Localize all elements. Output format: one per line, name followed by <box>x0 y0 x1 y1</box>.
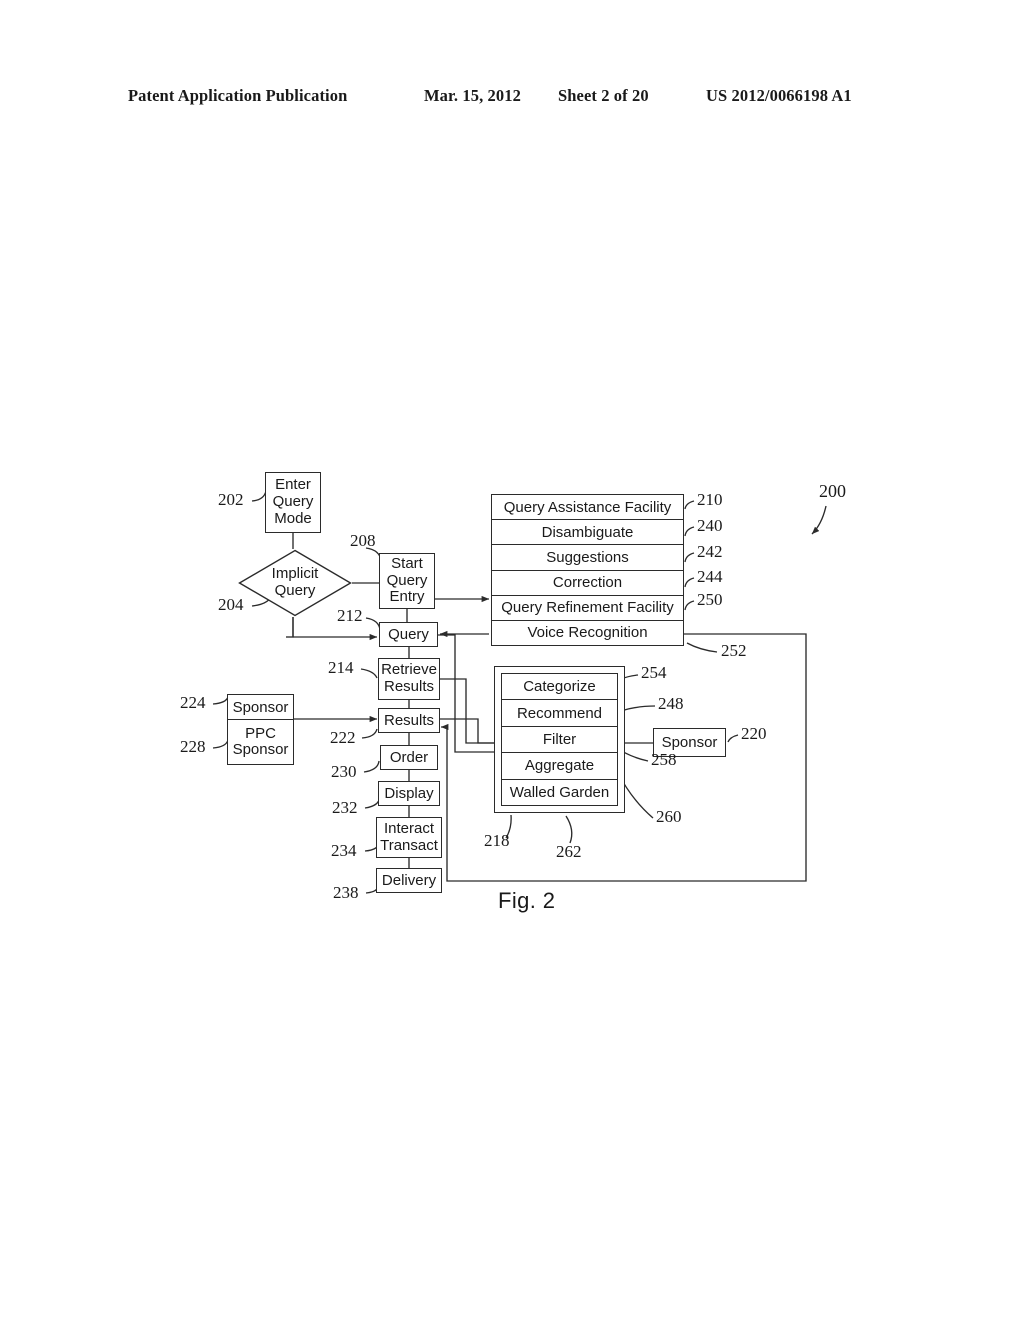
stack-row-recommend[interactable]: Recommend <box>502 700 617 727</box>
ref-218: 218 <box>484 831 510 850</box>
figure-2-diagram: Enter Query Mode Implicit Query Start Qu… <box>0 0 1024 1320</box>
ref-250: 250 <box>697 590 723 609</box>
node-label-line: Query <box>272 493 314 511</box>
ref-242: 242 <box>697 542 723 561</box>
stack-row-suggestions[interactable]: Suggestions <box>492 545 683 571</box>
node-label-line: Enter <box>275 476 311 494</box>
connector-lines <box>212 490 827 894</box>
stack-row-voice-recognition[interactable]: Voice Recognition <box>492 621 683 645</box>
node-label-line: Query <box>386 571 428 589</box>
stack-row-query-refinement-facility[interactable]: Query Refinement Facility <box>492 596 683 621</box>
figure-caption: Fig. 2 <box>498 888 556 913</box>
ref-204: 204 <box>218 595 244 614</box>
ref-234: 234 <box>331 841 357 860</box>
node-results[interactable]: Results <box>378 708 440 733</box>
ref-238: 238 <box>333 883 359 902</box>
ref-260: 260 <box>656 807 682 826</box>
node-sponsor[interactable]: Sponsor <box>228 695 293 720</box>
sponsor-group: Sponsor PPC Sponsor <box>227 694 294 765</box>
node-start-query-entry[interactable]: Start Query Entry <box>379 553 435 609</box>
node-retrieve-results[interactable]: Retrieve Results <box>378 658 440 700</box>
query-assistance-facility-stack: Query Assistance Facility Disambiguate S… <box>491 494 684 646</box>
node-label-line: Entry <box>389 588 425 606</box>
node-ppc-sponsor[interactable]: PPC Sponsor <box>228 720 293 764</box>
ref-212: 212 <box>337 606 363 625</box>
node-label-line: PPC <box>245 724 276 742</box>
ref-200-system: 200 <box>819 481 846 501</box>
node-label-line: Retrieve <box>381 661 437 679</box>
ref-208: 208 <box>350 531 376 550</box>
stack-row-filter[interactable]: Filter <box>502 727 617 754</box>
stack-row-aggregate[interactable]: Aggregate <box>502 753 617 780</box>
ref-210: 210 <box>697 490 723 509</box>
ref-202: 202 <box>218 490 244 509</box>
ref-228: 228 <box>180 737 206 756</box>
ref-262: 262 <box>556 842 582 861</box>
node-query[interactable]: Query <box>379 622 438 647</box>
node-label-line: Implicit <box>271 565 319 583</box>
stack-row-correction[interactable]: Correction <box>492 571 683 596</box>
node-delivery[interactable]: Delivery <box>376 868 442 893</box>
node-label-line: Sponsor <box>232 741 289 758</box>
node-interact-transact[interactable]: Interact Transact <box>376 817 442 858</box>
node-label-line: Query <box>274 582 316 599</box>
ref-248: 248 <box>658 694 684 713</box>
node-enter-query-mode[interactable]: Enter Query Mode <box>265 472 321 533</box>
stack-row-query-assistance-facility[interactable]: Query Assistance Facility <box>492 495 683 521</box>
node-label-line: Mode <box>274 509 312 527</box>
results-processing-stack: Categorize Recommend Filter Aggregate Wa… <box>501 673 618 806</box>
stack-row-categorize[interactable]: Categorize <box>502 674 617 701</box>
node-order[interactable]: Order <box>380 745 438 770</box>
stack-row-walled-garden[interactable]: Walled Garden <box>502 780 617 805</box>
node-label-line: Interact <box>383 819 435 837</box>
ref-258: 258 <box>651 750 677 769</box>
node-implicit-query[interactable]: Implicit Query <box>238 549 352 617</box>
ref-224: 224 <box>180 693 206 712</box>
ref-244: 244 <box>697 567 723 586</box>
ref-220: 220 <box>741 724 767 743</box>
ref-214: 214 <box>328 658 354 677</box>
ref-240: 240 <box>697 516 723 535</box>
ref-222: 222 <box>330 728 356 747</box>
node-label-line: Transact <box>380 836 438 854</box>
ref-254: 254 <box>641 663 667 682</box>
node-label-line: Results <box>383 678 435 695</box>
node-label-line: Start <box>391 554 423 572</box>
stack-row-disambiguate[interactable]: Disambiguate <box>492 520 683 546</box>
ref-232: 232 <box>332 798 358 817</box>
node-display[interactable]: Display <box>378 781 440 806</box>
ref-230: 230 <box>331 762 357 781</box>
ref-252: 252 <box>721 641 747 660</box>
